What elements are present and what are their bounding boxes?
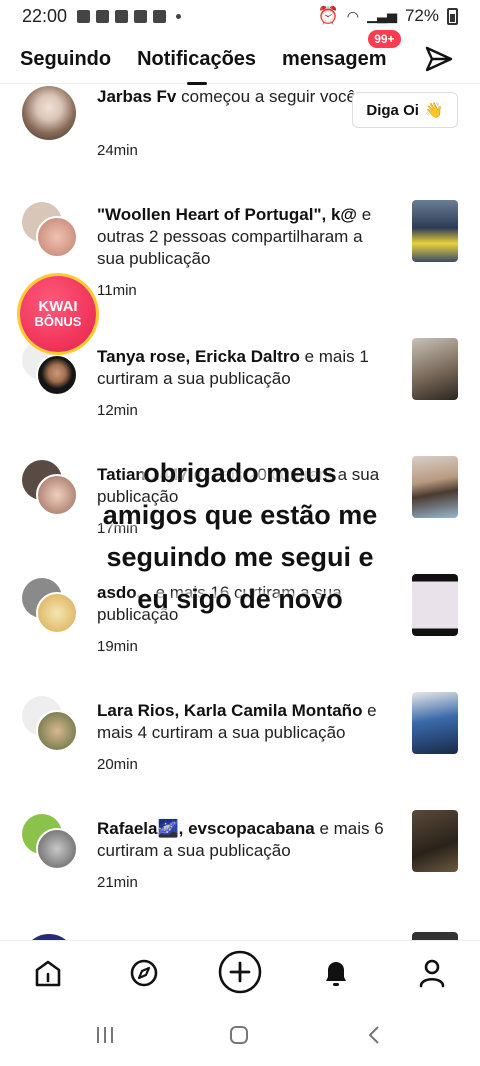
app-screen: 22:00 ⏰ ◠ ▁▃▅ 72% Seguindo Notificações … — [0, 0, 480, 1066]
say-hi-label: Diga Oi — [366, 101, 419, 119]
status-time: 22:00 — [22, 5, 68, 26]
notification-time: 24min — [97, 142, 138, 159]
video-caption-overlay: obrigado meus amigos que estão me seguin… — [60, 452, 420, 620]
status-bar: 22:00 ⏰ ◠ ▁▃▅ 72% — [0, 0, 480, 32]
more-dot-icon — [176, 13, 182, 19]
notification-icons — [77, 9, 182, 23]
bell-icon[interactable] — [318, 955, 354, 991]
home-icon[interactable] — [30, 955, 66, 991]
person-icon[interactable] — [414, 955, 450, 991]
facebook-icon — [115, 9, 129, 23]
system-icons: ⏰ ◠ ▁▃▅ 72% — [318, 6, 458, 26]
back-icon[interactable] — [364, 1024, 386, 1046]
post-thumbnail[interactable] — [412, 338, 458, 400]
post-thumbnail[interactable] — [412, 932, 458, 940]
kwai-label: KWAI — [38, 298, 78, 315]
top-tabs: Seguindo Notificações mensagem 99+ — [0, 30, 480, 84]
avatar-group[interactable] — [22, 814, 78, 870]
user-name[interactable]: Tanya rose, Ericka Daltro — [97, 347, 300, 366]
alarm-icon: ⏰ — [317, 6, 339, 25]
say-hi-button[interactable]: Diga Oi 👋 — [352, 92, 458, 128]
wifi-icon: ◠ — [346, 7, 359, 24]
bottom-navigation — [0, 940, 480, 1006]
user-name[interactable]: Rafaela🌌, evscopacabana — [97, 819, 315, 838]
notification-time: 21min — [97, 874, 138, 891]
app-notification-icon — [77, 9, 91, 23]
avatar-group[interactable] — [22, 202, 78, 258]
avatar — [36, 354, 78, 396]
tab-messages[interactable]: mensagem 99+ — [282, 30, 401, 71]
tab-messages-label: mensagem — [282, 48, 387, 70]
send-icon[interactable] — [424, 44, 454, 74]
messages-badge: 99+ — [368, 30, 401, 48]
notification-time: 19min — [97, 638, 138, 655]
user-name[interactable]: "Woollen Heart of Portugal", k@ — [97, 205, 357, 224]
post-thumbnail[interactable] — [412, 692, 458, 754]
battery-percent: 72% — [404, 6, 439, 25]
home-circle-icon[interactable] — [228, 1024, 250, 1046]
notification-text: Tanya rose, Ericka Daltro e mais 1 curti… — [97, 346, 387, 390]
notification-time: 12min — [97, 402, 138, 419]
youtube-icon — [153, 9, 167, 23]
caption-line: obrigado meus — [143, 458, 337, 488]
facebook-icon — [134, 9, 148, 23]
notification-text: Lara Rios, Karla Camila Montaño e mais 4… — [97, 700, 387, 744]
tab-following[interactable]: Seguindo — [20, 48, 111, 71]
avatar — [36, 828, 78, 870]
avatar — [36, 710, 78, 752]
notification-time: 20min — [97, 756, 138, 773]
post-thumbnail[interactable] — [412, 200, 458, 262]
wave-icon: 👋 — [424, 102, 444, 119]
notification-message: começou a seguir você — [176, 87, 356, 106]
kwai-bonus-button[interactable]: KWAI BÔNUS — [20, 276, 96, 352]
caption-line: seguindo me segui e — [106, 542, 374, 572]
notification-text: Rafaela🌌, evscopacabana e mais 6 curtira… — [97, 818, 387, 862]
tab-notifications[interactable]: Notificações — [137, 48, 256, 71]
caption-line: amigos que estão me — [102, 500, 378, 530]
battery-icon — [447, 7, 458, 25]
avatar-group[interactable] — [22, 696, 78, 752]
bonus-label: BÔNUS — [34, 314, 82, 329]
user-name[interactable]: Lara Rios, Karla Camila Montaño — [97, 701, 362, 720]
system-navigation-bar — [0, 1006, 480, 1066]
user-name[interactable]: Jarbas Fv — [97, 87, 176, 106]
avatar — [36, 216, 78, 258]
avatar[interactable] — [22, 86, 76, 140]
compass-icon[interactable] — [126, 955, 162, 991]
notification-time: 11min — [97, 282, 137, 299]
caption-line: eu sigo de novo — [137, 584, 343, 614]
recent-apps-icon[interactable] — [94, 1024, 116, 1046]
notification-text: Jarbas Fv começou a seguir você — [97, 86, 387, 108]
notification-text: "Woollen Heart of Portugal", k@ e outras… — [97, 204, 387, 270]
signal-icon: ▁▃▅ — [366, 8, 397, 23]
app-notification-icon — [96, 9, 110, 23]
post-thumbnail[interactable] — [412, 810, 458, 872]
plus-circle-icon[interactable] — [217, 949, 263, 995]
